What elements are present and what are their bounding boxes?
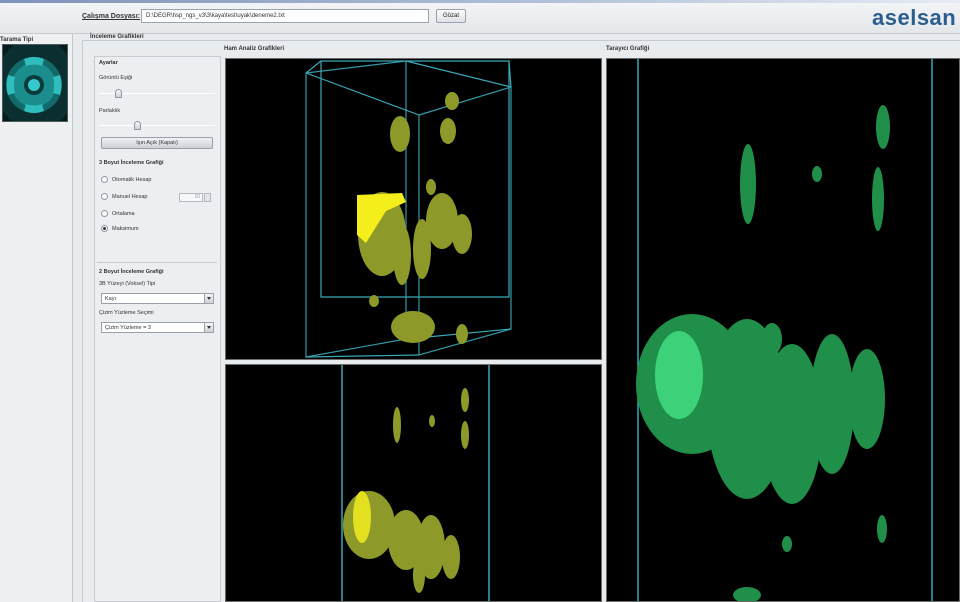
scan-thumbnail[interactable] (2, 44, 68, 122)
file-path-input[interactable]: D:\DEGR\hsp_ngs_v3\3\kaya\test\uyak\dene… (141, 9, 429, 23)
beam-toggle-button[interactable]: Işın Açık (Kapalı) (101, 137, 213, 149)
voxel-type-label: 3B Yüzeyi (Voksel) Tipi (99, 281, 156, 287)
brightness-label: Görüntü Eşiği (99, 75, 133, 81)
chevron-down-icon (204, 323, 213, 332)
3d-view[interactable] (225, 58, 602, 360)
radio-label: Otomatik Hesap (112, 177, 152, 183)
draw-surface-select[interactable]: Çizim Yüzleme = 3 (101, 322, 214, 333)
settings-title: Ayarlar (99, 60, 118, 66)
chevron-down-icon (204, 294, 213, 303)
section-2d-title: 2 Boyut İnceleme Grafiği (99, 269, 164, 275)
radio-button[interactable] (101, 210, 108, 217)
threshold-spinner[interactable]: 10 (179, 193, 203, 202)
contrast-slider-track (99, 125, 215, 126)
scan-type-panel: Tarama Tipi (0, 34, 73, 602)
voxel-type-select[interactable]: Kayı (101, 293, 214, 304)
contrast-label: Parlaklık (99, 108, 121, 114)
radio-label: Ortalama (112, 211, 135, 217)
toolbar: Çalışma Dosyası: D:\DEGR\hsp_ngs_v3\3\ka… (0, 0, 960, 34)
contrast-slider[interactable] (99, 121, 215, 130)
scanner-view[interactable] (606, 58, 960, 602)
voxel-type-value: Kayı (105, 296, 117, 302)
2d-side-view[interactable] (225, 364, 602, 602)
threshold-spinner-arrows[interactable] (204, 193, 211, 202)
radio-label: Maksimum (112, 226, 139, 232)
brightness-slider-thumb[interactable] (115, 89, 123, 98)
scan-type-title: Tarama Tipi (0, 37, 34, 43)
radio-button[interactable] (101, 225, 108, 232)
divider (97, 262, 217, 263)
title-bar-stripe (0, 0, 960, 3)
browse-button[interactable]: Gözat (436, 9, 466, 23)
draw-surface-label: Çizim Yüzleme Seçimi (99, 310, 154, 316)
raw-analysis-title: Ham Analiz Grafikleri (224, 46, 285, 52)
contrast-slider-thumb[interactable] (133, 121, 141, 130)
file-label: Çalışma Dosyası: (82, 13, 140, 20)
draw-surface-value: Çizim Yüzleme = 3 (105, 325, 151, 331)
analysis-group-title: İnceleme Grafikleri (88, 34, 146, 40)
side-slice-render (341, 365, 490, 601)
scanner-graph-title: Tarayıcı Grafiği (606, 46, 650, 52)
3d-volume-render (305, 60, 512, 358)
radio-button[interactable] (101, 193, 108, 200)
radio-button[interactable] (101, 176, 108, 183)
radio-label: Manuel Hesap (112, 194, 148, 200)
aselsan-logo: aselsan (872, 5, 957, 30)
scanner-slice-render (636, 59, 933, 601)
scan-thumbnail-icon (3, 45, 67, 121)
section-3d-title: 3 Boyut İnceleme Grafiği (99, 160, 164, 166)
brightness-slider[interactable] (99, 89, 215, 98)
